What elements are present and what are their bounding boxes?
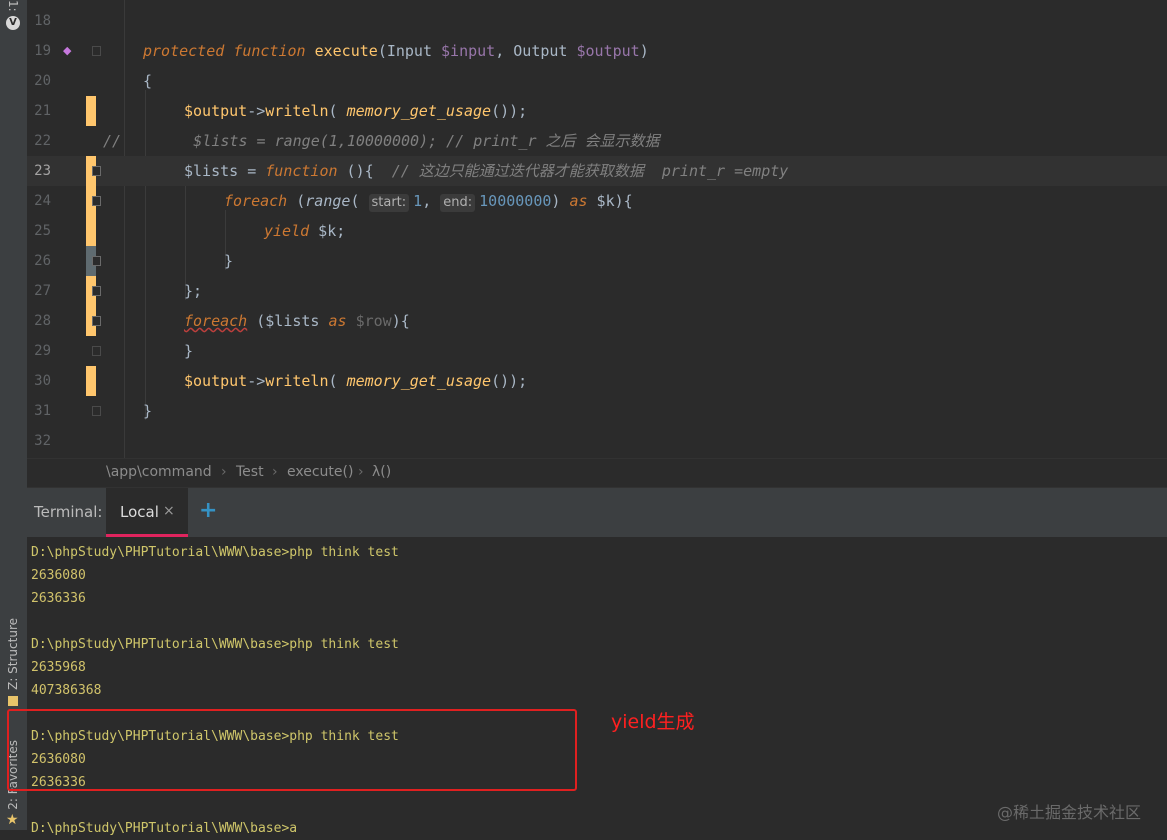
param-hint-end: end: xyxy=(440,194,476,212)
fold-marker[interactable] xyxy=(92,346,101,356)
code-text: $output->writeln( memory_get_usage()); xyxy=(184,102,528,120)
breadcrumb-closure[interactable]: λ() xyxy=(372,464,391,480)
line-number: 27 xyxy=(34,283,51,299)
structure-icon xyxy=(8,696,18,706)
breadcrumb-method[interactable]: execute() xyxy=(287,464,353,480)
terminal-line: D:\phpStudy\PHPTutorial\WWW\base>php thi… xyxy=(31,545,399,560)
code-line-31[interactable]: 31 } xyxy=(27,396,1167,426)
terminal-tab-label: Local xyxy=(120,503,159,521)
param-hint-start: start: xyxy=(368,194,410,212)
code-editor[interactable]: 18 19 ◆ protected function execute(Input… xyxy=(27,0,1167,458)
code-text: foreach (range( start: 1, end: 10000000) a… xyxy=(224,192,633,212)
code-text: $lists = function (){ // 这边只能通过迭代器才能获取数据… xyxy=(184,162,789,180)
vue-logo-icon: V xyxy=(6,16,20,30)
terminal-line: 407386368 xyxy=(31,683,102,698)
terminal-line: D:\phpStudy\PHPTutorial\WWW\base>a xyxy=(31,821,298,836)
code-line-27[interactable]: 27 }; xyxy=(27,276,1167,306)
terminal-output[interactable]: D:\phpStudy\PHPTutorial\WWW\base>php thi… xyxy=(7,537,1167,836)
fold-marker[interactable] xyxy=(92,286,101,296)
structure-tab-label: Z: Structure xyxy=(6,618,20,690)
breadcrumb-namespace[interactable]: \app\command xyxy=(106,464,212,480)
code-line-30[interactable]: 30 $output->writeln( memory_get_usage())… xyxy=(27,366,1167,396)
terminal-line: 2635968 xyxy=(31,660,86,675)
breadcrumb: \app\command › Test › execute() › λ() xyxy=(27,458,1167,487)
close-icon[interactable]: × xyxy=(163,503,175,519)
change-marker[interactable] xyxy=(86,96,96,126)
code-line-26[interactable]: 26 } xyxy=(27,246,1167,276)
line-number: 20 xyxy=(34,73,51,89)
terminal-toolbar: Terminal: Local × + xyxy=(27,487,1167,538)
fold-marker[interactable] xyxy=(92,256,101,266)
terminal-tab-local[interactable]: Local × xyxy=(106,488,188,538)
code-text: // $lists = range(1,10000000); // print_… xyxy=(103,132,660,150)
code-line-24[interactable]: 24 foreach (range( start: 1, end: 10000000… xyxy=(27,186,1167,216)
line-number: 18 xyxy=(34,13,51,29)
tool-window-strip: 1: V Z: Structure 2: Favorites ★ xyxy=(0,0,28,830)
breadcrumb-separator: › xyxy=(221,464,227,480)
plus-icon[interactable]: + xyxy=(199,498,217,523)
code-line-32[interactable]: 32 xyxy=(27,426,1167,456)
code-line-29[interactable]: 29 } xyxy=(27,336,1167,366)
code-line-21[interactable]: 21 $output->writeln( memory_get_usage())… xyxy=(27,96,1167,126)
code-text: } xyxy=(224,252,234,270)
code-line-25[interactable]: 25 yield $k; xyxy=(27,216,1167,246)
line-number: 24 xyxy=(34,193,51,209)
line-number: 31 xyxy=(34,403,51,419)
line-number: 28 xyxy=(34,313,51,329)
line-number: 30 xyxy=(34,373,51,389)
code-line-20[interactable]: 20 { xyxy=(27,66,1167,96)
terminal-title: Terminal: xyxy=(34,503,103,521)
terminal-line: D:\phpStudy\PHPTutorial\WWW\base>php thi… xyxy=(31,637,399,652)
fold-marker[interactable] xyxy=(92,316,101,326)
change-marker[interactable] xyxy=(86,366,96,396)
code-line-18[interactable]: 18 xyxy=(27,6,1167,36)
code-text: } xyxy=(184,342,194,360)
line-number: 29 xyxy=(34,343,51,359)
line-number: 32 xyxy=(34,433,51,449)
structure-tool-tab[interactable]: Z: Structure xyxy=(0,618,27,708)
change-marker[interactable] xyxy=(86,216,96,246)
line-number: 25 xyxy=(34,223,51,239)
fold-marker[interactable] xyxy=(92,46,101,56)
project-tool-tab[interactable]: 1: V xyxy=(0,0,27,40)
line-number: 21 xyxy=(34,103,51,119)
code-line-22[interactable]: 22 // $lists = range(1,10000000); // pri… xyxy=(27,126,1167,156)
code-text: } xyxy=(143,402,153,420)
fold-marker[interactable] xyxy=(92,406,101,416)
code-line-19[interactable]: 19 ◆ protected function execute(Input $i… xyxy=(27,36,1167,66)
project-tab-label: 1: xyxy=(6,0,20,12)
annotation-label: yield生成 xyxy=(611,711,695,733)
code-text: protected function execute(Input $input,… xyxy=(143,42,649,60)
code-text: { xyxy=(143,72,153,90)
breadcrumb-class[interactable]: Test xyxy=(236,464,264,480)
bookmark-icon[interactable]: ◆ xyxy=(63,44,71,57)
terminal-line: 2636080 xyxy=(31,568,86,583)
code-text: yield $k; xyxy=(264,222,346,240)
fold-marker[interactable] xyxy=(92,196,101,206)
watermark: @稀土掘金技术社区 xyxy=(997,803,1142,822)
terminal-line: 2636336 xyxy=(31,591,86,606)
fold-marker[interactable] xyxy=(92,166,101,176)
line-number: 23 xyxy=(34,163,51,179)
code-text: }; xyxy=(184,282,203,300)
code-line-28[interactable]: 28 foreach ($lists as $row){ xyxy=(27,306,1167,336)
breadcrumb-separator: › xyxy=(272,464,278,480)
code-text: $output->writeln( memory_get_usage()); xyxy=(184,372,528,390)
star-icon: ★ xyxy=(6,812,19,828)
line-number: 19 xyxy=(34,43,51,59)
line-number: 26 xyxy=(34,253,51,269)
line-number: 22 xyxy=(34,133,51,149)
code-text: foreach ($lists as $row){ xyxy=(184,312,410,330)
breadcrumb-separator: › xyxy=(358,464,364,480)
annotation-highlight-box xyxy=(7,709,577,791)
code-line-23[interactable]: 23 $lists = function (){ // 这边只能通过迭代器才能获… xyxy=(27,156,1167,186)
